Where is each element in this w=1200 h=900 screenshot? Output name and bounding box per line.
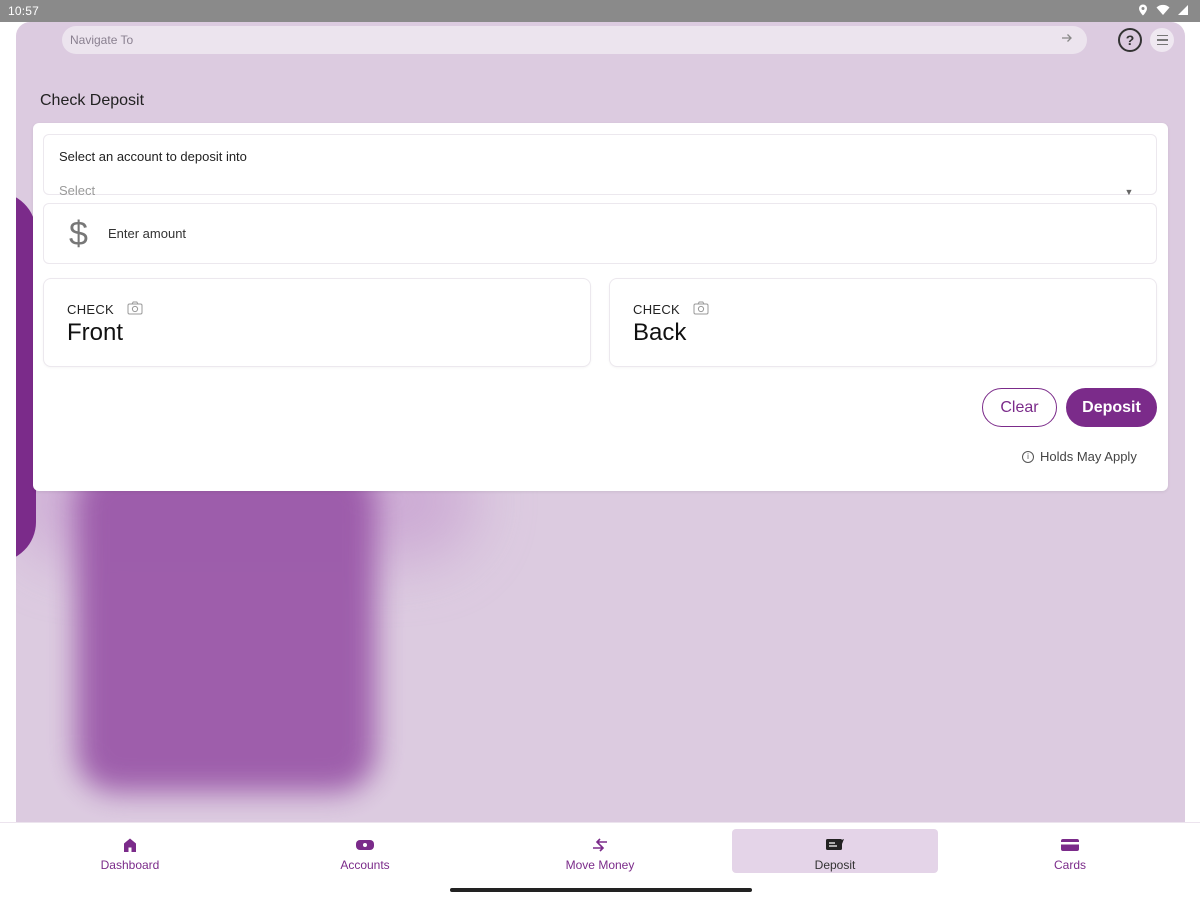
wifi-icon	[1156, 3, 1170, 17]
help-icon[interactable]: ?	[1118, 28, 1142, 52]
deposit-check-icon	[825, 835, 845, 855]
amount-field[interactable]: $	[43, 203, 1157, 264]
signal-icon	[1176, 3, 1190, 17]
nav-item-label: Dashboard	[100, 858, 160, 872]
account-select-value[interactable]: Select	[59, 183, 95, 198]
navigate-input[interactable]	[70, 30, 1050, 50]
dollar-icon: $	[69, 215, 88, 253]
navigate-search-bar[interactable]	[62, 26, 1087, 54]
info-icon: i	[1022, 450, 1034, 463]
page-title: Check Deposit	[40, 92, 145, 109]
nav-item-label: Deposit	[814, 858, 856, 872]
menu-icon[interactable]	[1150, 28, 1174, 52]
amount-input[interactable]	[108, 222, 708, 244]
account-select-field[interactable]: Select an account to deposit into Select…	[43, 134, 1157, 198]
nav-item-label: Cards	[1053, 858, 1086, 872]
camera-icon	[127, 301, 143, 315]
deposit-button[interactable]: Deposit	[1066, 388, 1157, 427]
camera-icon	[693, 301, 709, 315]
decorative-blob	[76, 462, 376, 792]
chevron-down-icon[interactable]: ▼	[1124, 187, 1134, 197]
check-front-caption: CHECK	[67, 302, 115, 317]
nav-item-dashboard[interactable]: Dashboard	[27, 829, 233, 873]
clear-button[interactable]: Clear	[982, 388, 1057, 427]
account-select-label: Select an account to deposit into	[59, 149, 247, 164]
holds-note-text: Holds May Apply	[1040, 449, 1137, 464]
transfer-icon	[590, 835, 610, 855]
check-back-caption: CHECK	[633, 302, 681, 317]
nav-item-move-money[interactable]: Move Money	[497, 829, 703, 873]
check-back-capture[interactable]: CHECK Back	[609, 278, 1157, 367]
check-front-capture[interactable]: CHECK Front	[43, 278, 591, 367]
nav-item-cards[interactable]: Cards	[967, 829, 1173, 873]
location-icon	[1136, 3, 1150, 17]
holds-note: i Holds May Apply	[1022, 449, 1137, 464]
system-icons	[1136, 3, 1190, 17]
check-front-title: Front	[67, 319, 124, 346]
nav-item-deposit[interactable]: Deposit	[732, 829, 938, 873]
money-icon	[355, 835, 375, 855]
status-time: 10:57	[8, 4, 40, 18]
arrow-right-icon[interactable]	[1059, 32, 1075, 48]
status-bar: 10:57	[0, 0, 1200, 22]
card-icon	[1060, 835, 1080, 855]
home-icon	[120, 835, 140, 855]
nav-item-label: Accounts	[340, 858, 390, 872]
nav-item-accounts[interactable]: Accounts	[262, 829, 468, 873]
home-indicator[interactable]	[450, 888, 752, 892]
check-back-title: Back	[633, 319, 687, 346]
deposit-card: Select an account to deposit into Select…	[33, 123, 1168, 491]
nav-item-label: Move Money	[565, 858, 635, 872]
